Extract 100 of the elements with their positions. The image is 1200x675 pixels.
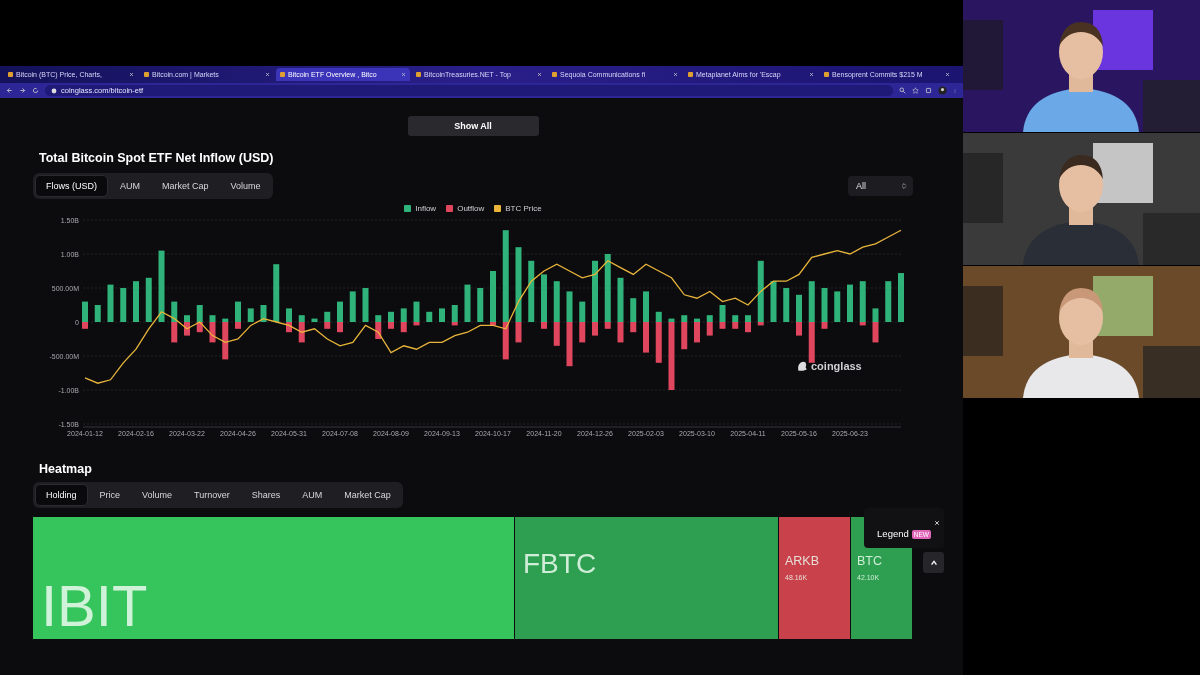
inflow-bar: [541, 274, 547, 322]
outflow-bar: [604, 322, 611, 329]
outflow-bar: [82, 322, 88, 329]
outflow-bar: [668, 322, 675, 390]
outflow-bar: [222, 322, 229, 360]
site-info-icon[interactable]: [51, 87, 57, 94]
inflow-bar: [82, 301, 88, 322]
outflow-bar: [655, 322, 662, 363]
inflow-bar: [171, 301, 178, 322]
close-icon[interactable]: [673, 72, 678, 77]
outflow-bar: [553, 322, 560, 346]
outflow-bar: [324, 322, 331, 329]
outflow-bar: [719, 322, 726, 329]
inflow-bar: [553, 281, 560, 322]
updown-caret-icon: [901, 182, 907, 190]
inflow-bar: [847, 284, 853, 322]
inflow-bar: [821, 288, 828, 322]
inflow-bar: [209, 315, 216, 322]
star-icon[interactable]: [912, 87, 919, 94]
legend-label: BTC Price: [505, 204, 542, 213]
outflow-bar: [566, 322, 573, 367]
outflow-bar: [209, 322, 216, 343]
outflow-bar: [821, 322, 828, 329]
inflow-bar: [796, 294, 802, 322]
inflow-bar: [184, 315, 190, 322]
inflow-bar: [235, 301, 241, 322]
outflow-bar: [502, 322, 509, 360]
inflow-bar: [885, 281, 892, 322]
outflow-bar: [196, 322, 203, 333]
inflow-bar: [133, 281, 139, 322]
inflow-bar: [808, 281, 815, 322]
forward-icon[interactable]: [19, 87, 26, 94]
inflow-bar: [898, 273, 904, 322]
heatmap-tab[interactable]: Turnover: [184, 484, 240, 506]
chart-tab[interactable]: Flows (USD): [35, 175, 108, 197]
heatmap-tab[interactable]: Market Cap: [334, 484, 401, 506]
heatmap-tab[interactable]: Holding: [35, 484, 88, 506]
inflow-bar: [298, 315, 305, 322]
outflow-bar: [184, 322, 190, 336]
inflow-bar: [872, 308, 879, 322]
inflow-bar: [107, 284, 114, 322]
outflow-bar: [388, 322, 394, 329]
outflow-bar: [732, 322, 739, 329]
inflow-bar: [490, 271, 496, 322]
inflow-bar: [247, 308, 254, 322]
inflow-bar: [349, 291, 356, 322]
close-icon[interactable]: [129, 72, 134, 77]
chart-watermark: coinglass: [811, 360, 862, 372]
inflow-bar: [337, 301, 343, 322]
heatmap-tab[interactable]: Price: [89, 484, 131, 506]
inflow-bar: [834, 291, 841, 322]
outflow-bar: [400, 322, 407, 333]
range-select[interactable]: All: [848, 176, 913, 196]
inflow-bar: [859, 281, 866, 322]
legend-label: Legend: [877, 528, 909, 539]
inflow-bar: [413, 301, 420, 322]
avatar-icon[interactable]: [938, 86, 947, 95]
chart-tab[interactable]: Market Cap: [152, 175, 219, 197]
outflow-bar: [694, 322, 700, 343]
search-icon[interactable]: [899, 87, 906, 94]
legend-label: Inflow: [415, 204, 437, 213]
outflow-bar: [617, 322, 624, 343]
outflow-bar: [541, 322, 547, 329]
back-icon[interactable]: [6, 87, 13, 94]
outflow-bar: [872, 322, 879, 343]
inflow-bar: [477, 288, 484, 322]
inflow-bar: [528, 260, 535, 322]
inflow-bar: [145, 277, 152, 322]
inflow-bar: [770, 281, 777, 322]
outflow-bar: [681, 322, 688, 350]
close-icon[interactable]: [945, 72, 950, 77]
inflow-bar: [311, 318, 318, 322]
heatmap-tab[interactable]: AUM: [292, 484, 333, 506]
inflow-bar: [643, 291, 649, 322]
legend-label: Outflow: [457, 204, 485, 213]
close-icon[interactable]: [934, 520, 940, 526]
close-icon[interactable]: [265, 72, 270, 77]
reload-icon[interactable]: [32, 87, 39, 94]
scroll-top-button[interactable]: [923, 552, 944, 573]
chart-tab[interactable]: Volume: [220, 175, 271, 197]
close-icon[interactable]: [537, 72, 542, 77]
heatmap-tab[interactable]: Volume: [132, 484, 183, 506]
outflow-bar: [579, 322, 586, 343]
outflow-bar: [286, 322, 292, 333]
chevron-up-icon: [929, 558, 938, 567]
outflow-bar: [235, 322, 241, 329]
close-icon[interactable]: [809, 72, 814, 77]
chart-tab[interactable]: AUM: [110, 175, 150, 197]
inflow-bar: [655, 311, 662, 322]
inflow-bar: [579, 301, 586, 322]
inflow-bar: [566, 291, 573, 322]
inflow-bar: [196, 305, 203, 322]
ticker-label: FBTC: [522, 547, 597, 578]
show-all-button[interactable]: Show All: [407, 116, 539, 136]
inflow-bar: [783, 288, 790, 322]
outflow-bar: [796, 322, 802, 336]
ticker-label: IBIT: [40, 572, 148, 635]
inflow-bar: [439, 308, 445, 322]
heatmap-tab[interactable]: Shares: [241, 484, 291, 506]
inflow-bar: [745, 315, 751, 322]
